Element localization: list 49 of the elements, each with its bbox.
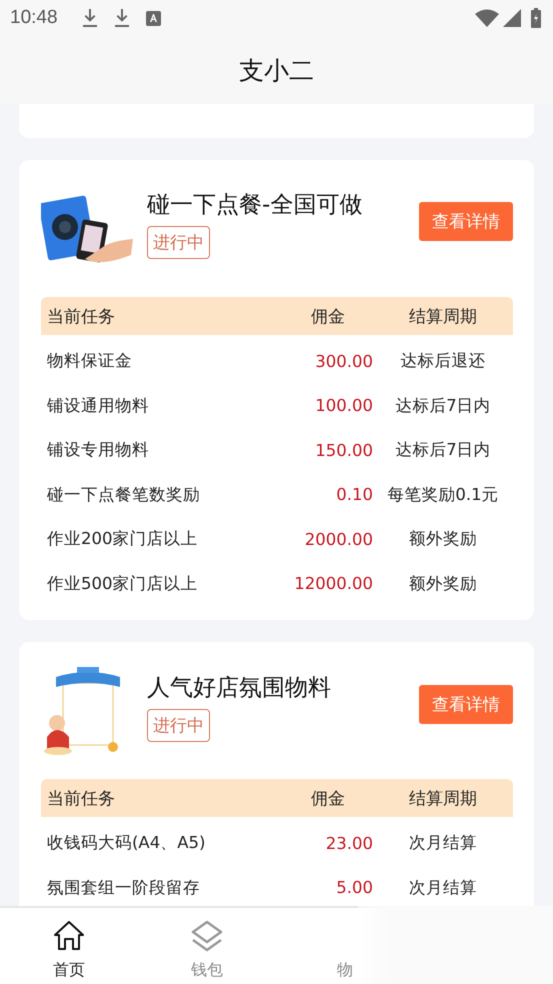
nav-tab[interactable]: 钱包	[138, 920, 276, 981]
task-name: 铺设通用物料	[46, 394, 150, 417]
settlement-period: 达标后退还	[400, 350, 486, 372]
signal-icon	[503, 9, 521, 27]
app-title: 支小二	[239, 54, 314, 86]
commission-amount: 2000.00	[304, 530, 373, 549]
layers-icon	[191, 920, 223, 952]
task-name: 氛围套组一阶段留存	[46, 876, 201, 899]
settlement-period: 次月结算	[408, 832, 478, 854]
commission-amount: 12000.00	[293, 574, 373, 594]
details-button[interactable]: 查看详情	[419, 202, 513, 240]
clock: 10:48	[10, 7, 58, 29]
download-icon	[114, 8, 130, 28]
task-name: 碰一下点餐笔数奖励	[46, 484, 201, 506]
home-icon	[53, 921, 85, 951]
task-name: 物料保证金	[46, 350, 133, 372]
settlement-period: 达标后7日内	[394, 439, 492, 462]
settlement-period: 额外奖励	[408, 572, 478, 595]
settlement-period: 次月结算	[408, 876, 478, 899]
nav-tab[interactable]: 首页	[0, 920, 138, 981]
commission-amount: 100.00	[314, 396, 373, 416]
commission-amount: 0.10	[335, 485, 373, 504]
font-icon	[146, 10, 161, 26]
status-tag: 进行中	[147, 226, 210, 259]
settlement-period: 达标后7日内	[394, 394, 492, 417]
column-header: 当前任务	[46, 306, 116, 328]
commission-amount: 150.00	[314, 440, 373, 460]
details-button[interactable]: 查看详情	[419, 684, 513, 724]
status-tag: 进行中	[147, 709, 210, 742]
column-header: 结算周期	[408, 306, 478, 328]
commission-amount: 5.00	[335, 878, 373, 898]
download-icon	[82, 8, 98, 28]
nav-tab[interactable]: 物	[276, 920, 414, 981]
task-name: 作业500家门店以上	[46, 572, 198, 595]
commission-amount: 23.00	[324, 834, 373, 853]
settlement-period: 额外奖励	[408, 528, 478, 550]
task-title: 人气好店氛围物料	[147, 674, 331, 703]
task-name: 收钱码大码(A4、A5)	[46, 832, 206, 854]
column-header: 当前任务	[46, 788, 116, 810]
battery-icon	[531, 8, 541, 28]
task-name: 作业200家门店以上	[46, 528, 198, 550]
column-header: 佣金	[310, 306, 346, 328]
column-header: 佣金	[310, 788, 346, 810]
task-name: 铺设专用物料	[46, 439, 150, 462]
settlement-period: 每笔奖励0.1元	[386, 484, 500, 506]
wifi-icon	[475, 9, 499, 27]
task-title: 碰一下点餐-全国可做	[147, 191, 362, 220]
commission-amount: 300.00	[314, 352, 373, 371]
column-header: 结算周期	[408, 788, 478, 810]
